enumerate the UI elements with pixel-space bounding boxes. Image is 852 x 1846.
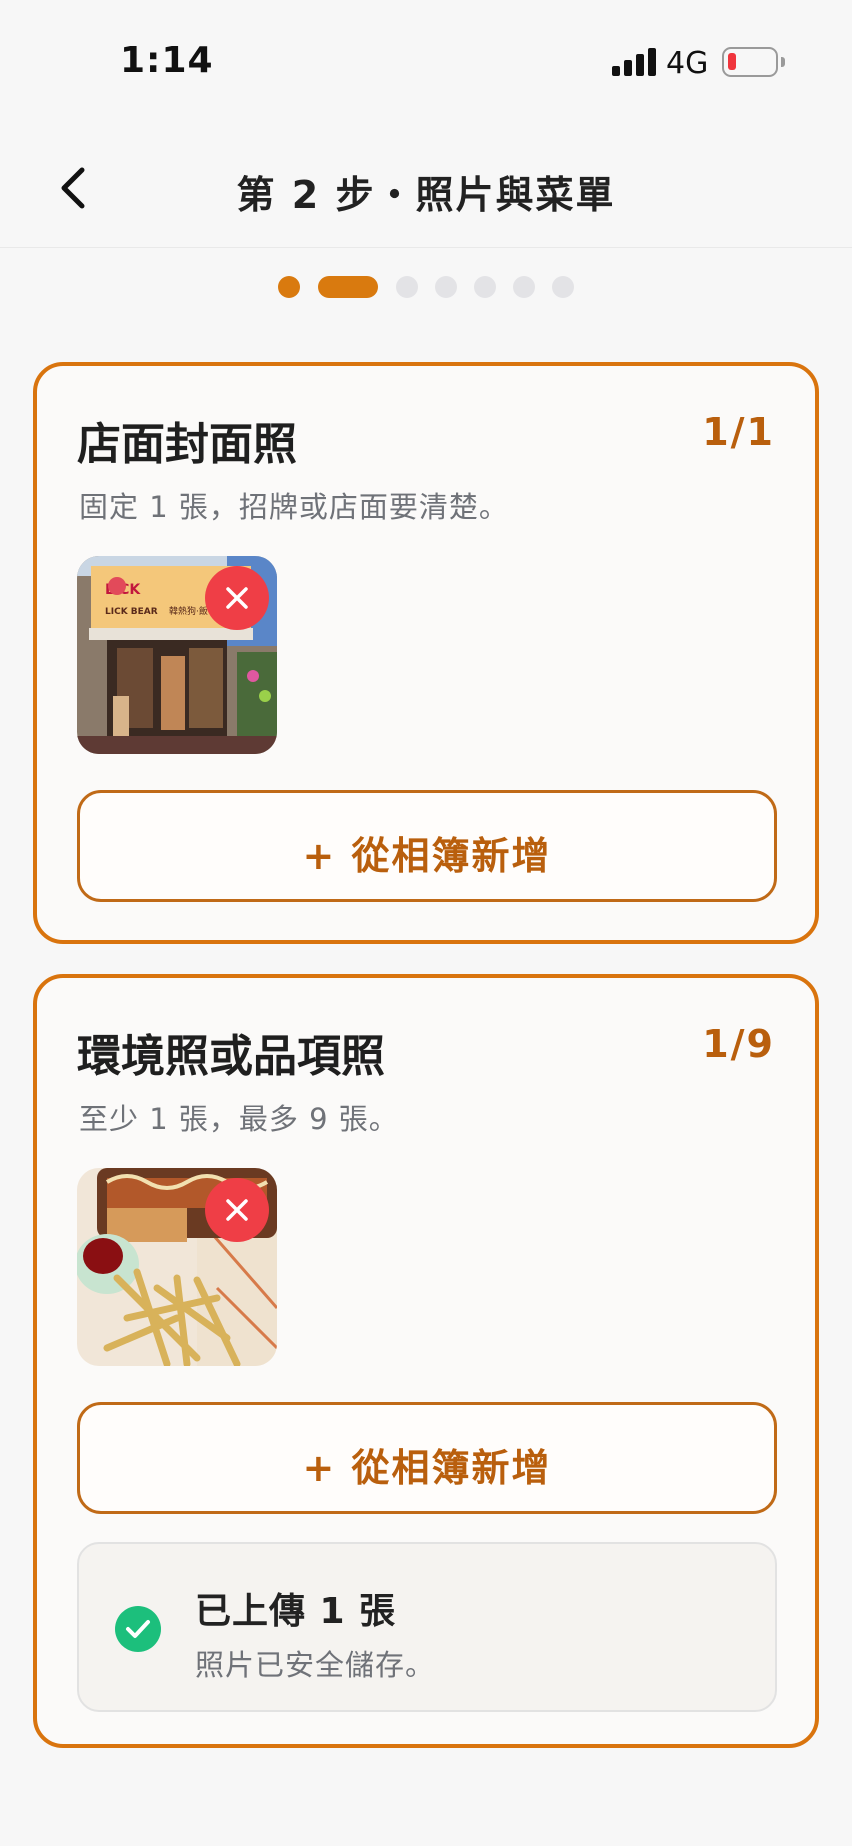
network-type: 4G: [666, 46, 709, 81]
battery-icon: [722, 47, 785, 77]
page-title: 第 2 步・照片與菜單: [236, 173, 616, 217]
add-button-label: + 從相簿新增: [302, 834, 552, 878]
add-from-album-button[interactable]: + 從相簿新增: [77, 790, 777, 902]
step-dot-3: [396, 276, 418, 298]
close-icon: [226, 587, 248, 609]
add-from-album-button[interactable]: + 從相簿新增: [77, 1402, 777, 1514]
signal-icon: [612, 48, 656, 76]
step-dot-1: [278, 276, 300, 298]
remove-photo-button[interactable]: [205, 566, 269, 630]
check-circle-icon: [115, 1606, 161, 1652]
section-description: 固定 1 張，招牌或店面要清楚。: [79, 490, 509, 524]
section-title: 環境照或品項照: [77, 1031, 385, 1082]
status-time: 1:14: [120, 40, 214, 81]
step-dot-2: [318, 276, 378, 298]
step-dot-5: [474, 276, 496, 298]
upload-status-title: 已上傳 1 張: [195, 1591, 397, 1632]
upload-status-notice: 已上傳 1 張 照片已安全儲存。: [77, 1542, 777, 1712]
upload-status-subtitle: 照片已安全儲存。: [195, 1648, 436, 1682]
step-indicator: [0, 276, 852, 298]
step-dot-7: [552, 276, 574, 298]
nav-header: 第 2 步・照片與菜單: [0, 120, 852, 248]
add-button-label: + 從相簿新增: [302, 1446, 552, 1490]
step-dot-4: [435, 276, 457, 298]
gallery-photo-card: 環境照或品項照 1/9 至少 1 張，最多 9 張。 + 從相簿新增 已上傳 1…: [33, 974, 819, 1748]
cover-photo-card: 店面封面照 1/1 固定 1 張，招牌或店面要清楚。 LICK LICK BEA…: [33, 362, 819, 944]
photo-count: 1/9: [702, 1022, 775, 1066]
remove-photo-button[interactable]: [205, 1178, 269, 1242]
photo-count: 1/1: [702, 410, 775, 454]
section-title: 店面封面照: [77, 419, 297, 470]
status-bar: 1:14 4G: [0, 0, 852, 120]
section-description: 至少 1 張，最多 9 張。: [79, 1102, 399, 1136]
svg-text:韓熱狗·飯: 韓熱狗·飯: [169, 605, 208, 617]
close-icon: [226, 1199, 248, 1221]
step-dot-6: [513, 276, 535, 298]
svg-text:LICK BEAR: LICK BEAR: [105, 607, 158, 617]
